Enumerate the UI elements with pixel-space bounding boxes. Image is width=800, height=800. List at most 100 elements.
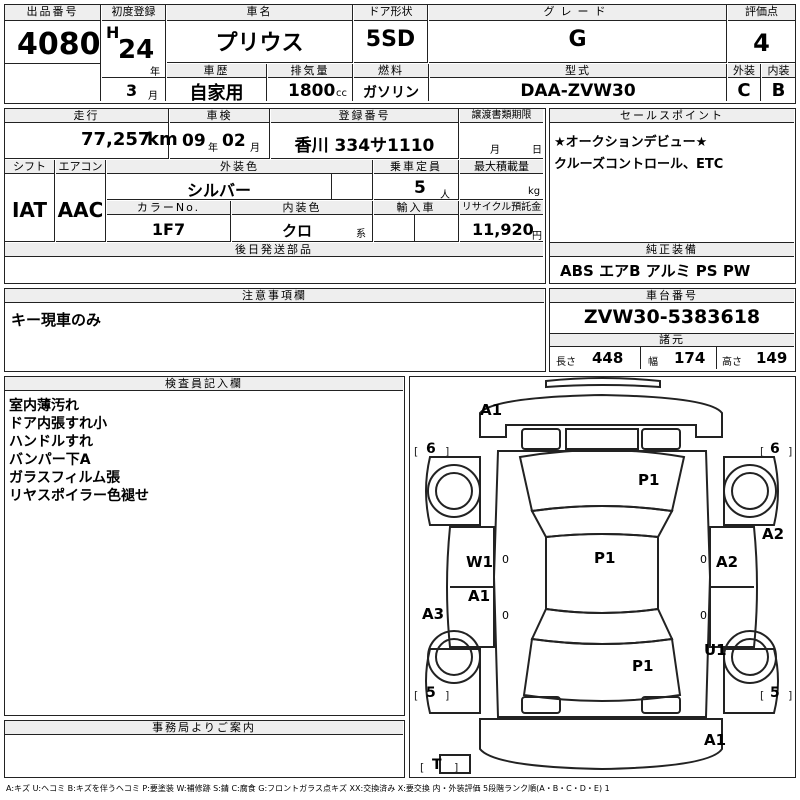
score-label: 評価点 — [728, 5, 795, 21]
max-load-label: 最大積載量 — [460, 160, 543, 174]
inspection-year: 09 — [182, 131, 206, 151]
notes-label: 注意事項欄 — [5, 289, 544, 303]
lot-no-label: 出品番号 — [5, 5, 100, 21]
displacement-label: 排気量 — [268, 64, 352, 78]
car-outline: [] [] [] [] [] — [414, 377, 792, 774]
capacity-unit: 人 — [440, 190, 450, 201]
transfer-label: 譲渡書類期限 — [460, 109, 543, 123]
import-label: 輸入車 — [374, 201, 458, 215]
notes-value: キー現車のみ — [11, 311, 102, 329]
max-load-unit: kg — [528, 186, 541, 197]
damage-mark: A1 — [704, 731, 727, 749]
svg-text:[: [ — [420, 761, 424, 774]
door-type-label: ドア形状 — [354, 5, 427, 21]
fuel-value: ガソリン — [363, 85, 419, 101]
inspector-line: ハンドルすれ — [9, 434, 93, 450]
damage-mark: A1 — [468, 587, 491, 605]
aircon-label: エアコン — [56, 160, 105, 174]
inspector-line: ガラスフィルム張 — [9, 470, 121, 486]
chassis-value: ZVW30-5383618 — [583, 306, 761, 328]
shift-label: シフト — [5, 160, 54, 174]
damage-mark: P1 — [638, 471, 660, 489]
capacity-value: 5 — [414, 178, 426, 198]
inspection-month: 02 — [222, 131, 246, 151]
month-value: 3 — [126, 81, 138, 100]
office-info-label: 事務局よりご案内 — [5, 721, 403, 735]
height-value: 149 — [756, 349, 788, 367]
tire-mark-spare: T — [432, 757, 442, 773]
header-block: 出品番号 4080 初度登録 H 24 年 3 月 車名 プリウス ドア形状 5… — [4, 4, 796, 104]
damage-mark: P1 — [594, 549, 616, 567]
damage-mark: A2 — [762, 525, 785, 543]
zero-mark: 0 — [700, 553, 707, 566]
recycle-unit: 円 — [532, 231, 542, 242]
damage-mark: A2 — [716, 553, 739, 571]
tire-mark-rr: 5 — [770, 685, 780, 701]
inspector-line: ドア内張すれ小 — [9, 416, 107, 432]
ext-color-value: シルバー — [187, 181, 252, 200]
inspector-block: 検査員記入欄 室内薄汚れ ドア内張すれ小 ハンドルすれ バンパー下A ガラスフィ… — [4, 376, 405, 716]
later-parts-label: 後日発送部品 — [5, 243, 543, 257]
sales-point-line-1: ★オークションデビュー★ — [554, 135, 708, 150]
car-name-value: プリウス — [215, 31, 304, 56]
inspector-line: バンパー下A — [9, 452, 91, 468]
inspector-line: 室内薄汚れ — [9, 398, 79, 414]
damage-mark: A1 — [480, 401, 503, 419]
shift-value: IAT — [11, 198, 47, 222]
mileage-value: 77,257 — [81, 129, 151, 150]
sales-point-line-2: クルーズコントロール、ETC — [554, 157, 724, 172]
month-suffix: 月 — [148, 91, 158, 102]
svg-text:]: ] — [454, 761, 458, 774]
tire-mark-fl: 6 — [426, 441, 436, 457]
history-value: 自家用 — [189, 83, 244, 104]
genuine-equip-label: 純正装備 — [550, 243, 794, 257]
dimensions-label: 諸元 — [550, 334, 794, 347]
first-reg-label: 初度登録 — [102, 5, 165, 21]
legend-text: A:キズ U:ヘコミ B:キズを伴うヘコミ P:要塗装 W:補修跡 S:錆 C:… — [6, 784, 610, 793]
lot-no-value: 4080 — [17, 27, 101, 62]
mileage-label: 走行 — [5, 109, 168, 123]
svg-text:]: ] — [788, 445, 792, 458]
damage-mark: W1 — [466, 553, 493, 571]
capacity-label: 乗車定員 — [374, 160, 458, 174]
model-label: 型式 — [430, 64, 726, 78]
year-value: 24 — [118, 35, 155, 65]
tire-mark-fr: 6 — [770, 441, 780, 457]
zero-mark: 0 — [502, 609, 509, 622]
ext-color-label: 外装色 — [107, 160, 372, 174]
recycle-value: 11,920 — [472, 220, 534, 239]
color-no-value: 1F7 — [151, 220, 186, 239]
reg-no-value: 香川 334サ1110 — [294, 136, 435, 156]
score-value: 4 — [753, 29, 770, 57]
exterior-label: 外装 — [728, 64, 760, 78]
svg-text:[: [ — [760, 445, 764, 458]
svg-text:]: ] — [445, 689, 449, 702]
office-info-block: 事務局よりご案内 — [4, 720, 405, 778]
history-label: 車歴 — [167, 64, 266, 78]
sales-point-label: セールスポイント — [550, 109, 794, 123]
exterior-grade: C — [737, 80, 751, 101]
reg-no-label: 登録番号 — [271, 109, 458, 123]
inspection-year-suffix: 年 — [208, 143, 218, 154]
car-diagram: [] [] [] [] [] A1 P1 W1 P1 A2 A2 A1 A3 U… — [409, 376, 796, 778]
inspector-line: リヤスポイラー色褪せ — [9, 488, 149, 504]
interior-label: 内装 — [762, 64, 795, 78]
model-value: DAA-ZVW30 — [520, 81, 636, 101]
damage-mark: P1 — [632, 657, 654, 675]
sales-point-block: セールスポイント ★オークションデビュー★ クルーズコントロール、ETC 純正装… — [549, 108, 796, 284]
genuine-equip-value: ABS エアB アルミ PS PW — [560, 262, 751, 280]
transfer-month: 月 — [490, 145, 500, 156]
fuel-label: 燃料 — [354, 64, 428, 78]
displacement-value: 1800 — [288, 81, 336, 101]
damage-mark: A3 — [422, 605, 445, 623]
interior-grade: B — [771, 80, 786, 101]
svg-text:]: ] — [445, 445, 449, 458]
cc-unit: cc — [336, 88, 347, 99]
car-name-label: 車名 — [167, 5, 352, 21]
int-color-label: 内装色 — [232, 201, 372, 215]
door-type-value: 5SD — [365, 27, 416, 52]
aircon-value: AAC — [57, 198, 104, 222]
year-suffix: 年 — [150, 67, 160, 78]
inspector-label: 検査員記入欄 — [5, 377, 403, 391]
chassis-block: 車台番号 ZVW30-5383618 諸元 長さ 448 幅 174 高さ 14… — [549, 288, 796, 372]
